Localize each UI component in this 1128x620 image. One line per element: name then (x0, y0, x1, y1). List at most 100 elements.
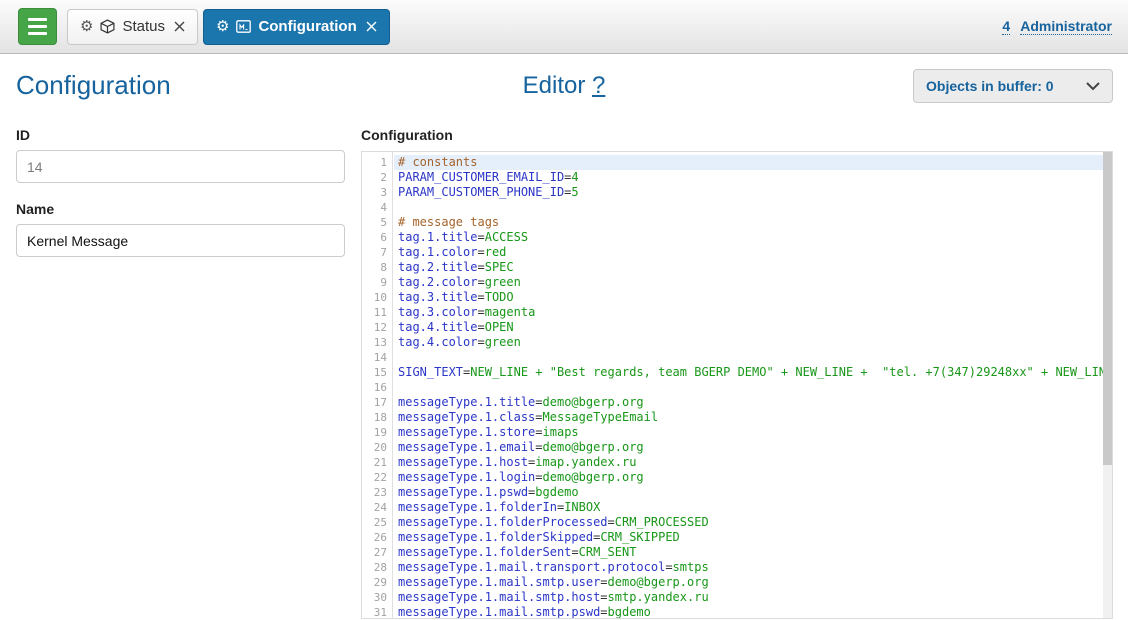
code-line[interactable]: messageType.1.store=imaps (394, 425, 1112, 440)
editor-icon (236, 20, 251, 33)
code-line[interactable]: messageType.1.class=MessageTypeEmail (394, 410, 1112, 425)
line-number: 16 (362, 380, 392, 395)
code-line[interactable]: SIGN_TEXT=NEW_LINE + "Best regards, team… (394, 365, 1112, 380)
code-line[interactable]: messageType.1.login=demo@bgerp.org (394, 470, 1112, 485)
hamburger-icon (28, 18, 47, 21)
code-line[interactable]: messageType.1.email=demo@bgerp.org (394, 440, 1112, 455)
line-number: 23 (362, 485, 392, 500)
tab-label: Configuration (258, 18, 356, 35)
line-number: 19 (362, 425, 392, 440)
line-number: 15 (362, 365, 392, 380)
line-number: 12 (362, 320, 392, 335)
code-line[interactable]: messageType.1.mail.smtp.host=smtp.yandex… (394, 590, 1112, 605)
line-number: 27 (362, 545, 392, 560)
code-line[interactable]: messageType.1.mail.transport.protocol=sm… (394, 560, 1112, 575)
tab-bar: ⚙ Status ⚙ Configuration (67, 9, 390, 45)
editor-scrollbar[interactable] (1103, 152, 1112, 618)
code-line[interactable]: messageType.1.folderProcessed=CRM_PROCES… (394, 515, 1112, 530)
id-input[interactable] (16, 150, 345, 183)
line-number: 26 (362, 530, 392, 545)
line-number: 17 (362, 395, 392, 410)
line-number: 30 (362, 590, 392, 605)
code-line[interactable]: messageType.1.folderSkipped=CRM_SKIPPED (394, 530, 1112, 545)
buffer-dropdown[interactable]: Objects in buffer: 0 (913, 69, 1113, 103)
line-number: 25 (362, 515, 392, 530)
line-number: 1 (362, 155, 392, 170)
code-line[interactable] (394, 200, 1112, 215)
code-editor[interactable]: 1234567891011121314151617181920212223242… (361, 151, 1113, 619)
object-form: ID Name (16, 127, 345, 275)
code-line[interactable]: messageType.1.host=imap.yandex.ru (394, 455, 1112, 470)
user-count-link[interactable]: 4 (1002, 18, 1010, 35)
line-number: 29 (362, 575, 392, 590)
code-line[interactable]: tag.3.title=TODO (394, 290, 1112, 305)
help-link[interactable]: ? (592, 72, 605, 99)
code-line[interactable]: tag.1.color=red (394, 245, 1112, 260)
line-number: 6 (362, 230, 392, 245)
line-number: 5 (362, 215, 392, 230)
code-line[interactable]: PARAM_CUSTOMER_PHONE_ID=5 (394, 185, 1112, 200)
gear-icon: ⚙ (216, 19, 229, 34)
line-number: 7 (362, 245, 392, 260)
scrollbar-thumb[interactable] (1103, 152, 1112, 465)
editor-gutter[interactable]: 1234567891011121314151617181920212223242… (362, 152, 393, 618)
line-number: 31 (362, 605, 392, 619)
tab-label: Status (122, 18, 165, 35)
line-number: 20 (362, 440, 392, 455)
close-icon (366, 21, 377, 32)
code-line[interactable]: messageType.1.pswd=bgdemo (394, 485, 1112, 500)
cube-icon (100, 19, 115, 34)
code-line[interactable]: messageType.1.folderIn=INBOX (394, 500, 1112, 515)
editor-code[interactable]: # constantsPARAM_CUSTOMER_EMAIL_ID=4PARA… (394, 152, 1112, 618)
line-number: 9 (362, 275, 392, 290)
line-number: 10 (362, 290, 392, 305)
code-line[interactable]: messageType.1.mail.smtp.pswd=bgdemo (394, 605, 1112, 618)
name-input[interactable] (16, 224, 345, 257)
code-line[interactable]: tag.4.color=green (394, 335, 1112, 350)
configuration-section: Configuration 12345678910111213141516171… (361, 127, 1113, 619)
code-line[interactable]: tag.2.color=green (394, 275, 1112, 290)
code-line[interactable]: tag.2.title=SPEC (394, 260, 1112, 275)
config-section-label: Configuration (361, 127, 1113, 143)
line-number: 24 (362, 500, 392, 515)
user-links: 4 Administrator (1002, 18, 1112, 35)
code-line[interactable]: tag.3.color=magenta (394, 305, 1112, 320)
line-number: 8 (362, 260, 392, 275)
page: ⚙ Status ⚙ Configuration 4 Administrator Co… (0, 0, 1128, 620)
tab-configuration[interactable]: ⚙ Configuration (203, 9, 390, 45)
user-name-link[interactable]: Administrator (1020, 18, 1112, 35)
line-number: 28 (362, 560, 392, 575)
code-line[interactable] (394, 380, 1112, 395)
line-number: 22 (362, 470, 392, 485)
code-line[interactable] (394, 350, 1112, 365)
close-icon (174, 21, 185, 32)
menu-button[interactable] (18, 8, 57, 45)
code-line[interactable]: # constants (394, 155, 1112, 170)
buffer-dropdown-label: Objects in buffer: 0 (926, 78, 1054, 94)
gear-icon: ⚙ (80, 19, 93, 34)
id-label: ID (16, 127, 345, 143)
code-line[interactable]: PARAM_CUSTOMER_EMAIL_ID=4 (394, 170, 1112, 185)
line-number: 13 (362, 335, 392, 350)
code-line[interactable]: tag.4.title=OPEN (394, 320, 1112, 335)
editor-heading-label: Editor (523, 72, 586, 99)
code-line[interactable]: messageType.1.title=demo@bgerp.org (394, 395, 1112, 410)
line-number: 11 (362, 305, 392, 320)
code-line[interactable]: messageType.1.mail.smtp.user=demo@bgerp.… (394, 575, 1112, 590)
line-number: 21 (362, 455, 392, 470)
code-line[interactable]: # message tags (394, 215, 1112, 230)
tab-close-button[interactable] (366, 21, 377, 32)
line-number: 4 (362, 200, 392, 215)
tab-status[interactable]: ⚙ Status (67, 9, 198, 45)
tab-close-button[interactable] (174, 21, 185, 32)
line-number: 3 (362, 185, 392, 200)
line-number: 2 (362, 170, 392, 185)
page-title: Configuration (16, 70, 171, 101)
chevron-down-icon (1086, 82, 1100, 91)
code-line[interactable]: messageType.1.folderSent=CRM_SENT (394, 545, 1112, 560)
code-line[interactable]: tag.1.title=ACCESS (394, 230, 1112, 245)
editor-heading: Editor ? (523, 72, 606, 100)
name-label: Name (16, 201, 345, 217)
line-number: 18 (362, 410, 392, 425)
line-number: 14 (362, 350, 392, 365)
